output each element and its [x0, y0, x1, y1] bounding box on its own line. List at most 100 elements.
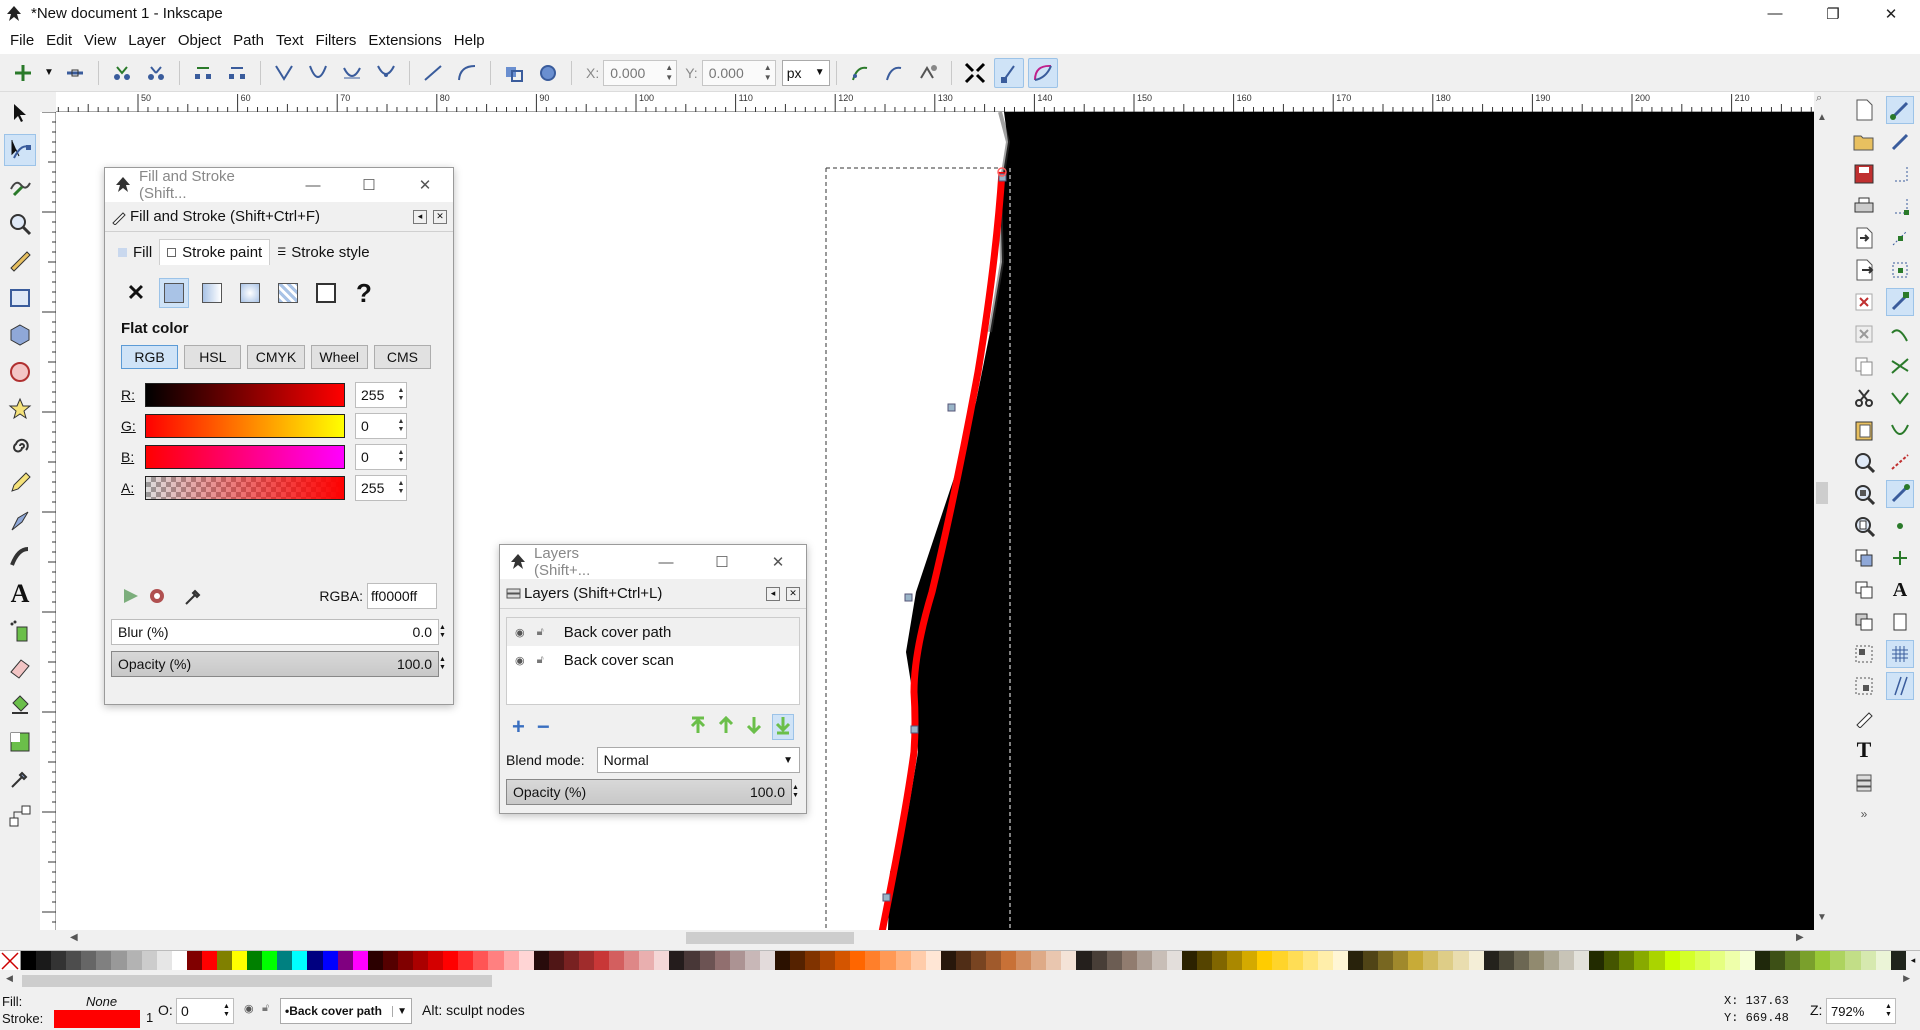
- import-icon[interactable]: [1850, 224, 1878, 252]
- selector-tool-icon[interactable]: [4, 97, 36, 129]
- snap-bbox-center-icon[interactable]: [1886, 256, 1914, 284]
- palette-swatch[interactable]: [1468, 951, 1484, 971]
- channel-b-field[interactable]: 0 ▲ ▼: [355, 443, 407, 470]
- show-handles-icon[interactable]: [993, 57, 1024, 88]
- channel-g-field[interactable]: 0 ▲ ▼: [355, 412, 407, 439]
- snap-grid-icon[interactable]: [1886, 640, 1914, 668]
- clone-icon[interactable]: [1850, 576, 1878, 604]
- palette-swatch[interactable]: [1845, 951, 1861, 971]
- lower-to-bottom-icon[interactable]: [772, 714, 794, 740]
- palette-swatch[interactable]: [1091, 951, 1107, 971]
- rectangle-tool-icon[interactable]: [4, 282, 36, 314]
- palette-swatch[interactable]: [1106, 951, 1122, 971]
- palette-swatch[interactable]: [1543, 951, 1559, 971]
- palette-swatch[interactable]: [714, 951, 730, 971]
- palette-swatch[interactable]: [684, 951, 700, 971]
- layer-opacity-slider[interactable]: Opacity (%) 100.0: [506, 779, 792, 805]
- snap-bbox-edge-icon[interactable]: [1886, 160, 1914, 188]
- palette-swatch[interactable]: [1393, 951, 1409, 971]
- palette-swatch[interactable]: [1604, 951, 1620, 971]
- layers-close-button[interactable]: ✕: [750, 553, 806, 571]
- palette-swatch[interactable]: [1257, 951, 1273, 971]
- palette-swatch[interactable]: [1197, 951, 1213, 971]
- gradient-tool-icon[interactable]: [4, 726, 36, 758]
- undo-icon[interactable]: [1850, 288, 1878, 316]
- node-tool-icon[interactable]: [4, 134, 36, 166]
- zoom-drawing-icon[interactable]: [1850, 480, 1878, 508]
- palette-swatch[interactable]: [1151, 951, 1167, 971]
- palette-swatch[interactable]: [1558, 951, 1575, 971]
- palette-swatch[interactable]: [1830, 951, 1846, 971]
- palette-swatch[interactable]: [1498, 951, 1514, 971]
- zoom-corner-icon[interactable]: ⌕: [1816, 92, 1822, 105]
- linear-gradient-icon[interactable]: [197, 278, 227, 308]
- palette-swatch[interactable]: [744, 951, 760, 971]
- mode-cmyk-button[interactable]: CMYK: [247, 345, 305, 369]
- palette-swatch[interactable]: [443, 951, 459, 971]
- menu-extensions[interactable]: Extensions: [362, 32, 447, 49]
- palette-swatch[interactable]: [277, 951, 293, 971]
- palette-swatch[interactable]: [1121, 951, 1137, 971]
- palette-swatch[interactable]: [789, 951, 806, 971]
- palette-swatch[interactable]: [1875, 951, 1891, 971]
- palette-scrollbar[interactable]: ◀ ▶: [0, 970, 1920, 992]
- palette-swatch[interactable]: [1016, 951, 1032, 971]
- palette-swatch[interactable]: [111, 951, 127, 971]
- tweak-tool-icon[interactable]: [4, 171, 36, 203]
- path-node[interactable]: [910, 725, 919, 734]
- snap-others-icon[interactable]: [1886, 480, 1914, 508]
- palette-swatch[interactable]: [1046, 951, 1062, 971]
- palette-swatch[interactable]: [201, 951, 218, 971]
- palette-swatch[interactable]: [247, 951, 263, 971]
- group-icon[interactable]: [1850, 640, 1878, 668]
- pencil-tool-icon[interactable]: [4, 467, 36, 499]
- palette-swatch[interactable]: [1770, 951, 1786, 971]
- palette-swatch[interactable]: [895, 951, 911, 971]
- palette-swatch[interactable]: [1634, 951, 1650, 971]
- palette-swatch[interactable]: [880, 951, 896, 971]
- delete-node-icon[interactable]: [60, 58, 90, 88]
- copy-icon[interactable]: [1850, 352, 1878, 380]
- vertical-scroll-thumb[interactable]: [1816, 482, 1828, 504]
- minimize-button[interactable]: —: [1746, 0, 1804, 27]
- palette-swatch[interactable]: [1061, 951, 1077, 971]
- dialog-minimize-button[interactable]: —: [285, 177, 341, 194]
- snap-text-baseline-icon[interactable]: A: [1886, 576, 1914, 604]
- pen-tool-icon[interactable]: [4, 504, 36, 536]
- palette-swatch[interactable]: [1589, 951, 1605, 971]
- add-layer-icon[interactable]: +: [512, 714, 525, 740]
- text-tool-icon[interactable]: A: [4, 578, 36, 610]
- measure-tool-icon[interactable]: [4, 245, 36, 277]
- palette-swatch[interactable]: [1031, 951, 1047, 971]
- palette-swatch[interactable]: [1378, 951, 1394, 971]
- dock-collapse-button[interactable]: ◂: [413, 209, 427, 224]
- snap-rotation-center-icon[interactable]: [1886, 544, 1914, 572]
- palette-swatch[interactable]: [1649, 951, 1665, 971]
- snap-nodes-icon[interactable]: [1886, 288, 1914, 316]
- tab-stroke-paint[interactable]: Stroke paint: [159, 239, 271, 265]
- palette-swatch[interactable]: [729, 951, 745, 971]
- y-coord-field[interactable]: ▲▼: [701, 59, 776, 86]
- remove-layer-icon[interactable]: −: [537, 714, 550, 740]
- swatch-icon[interactable]: [311, 278, 341, 308]
- palette-swatch[interactable]: [548, 951, 564, 971]
- palette-swatch[interactable]: [1332, 951, 1348, 971]
- palette-swatch[interactable]: [1890, 951, 1906, 971]
- palette-swatch[interactable]: [141, 951, 157, 971]
- opacity-slider[interactable]: Opacity (%) 100.0: [111, 651, 439, 677]
- raise-to-top-icon[interactable]: [688, 715, 708, 739]
- dialog-close-button[interactable]: ✕: [397, 176, 453, 194]
- fill-stroke-window-titlebar[interactable]: Fill and Stroke (Shift... — ☐ ✕: [105, 168, 453, 202]
- stroke-width-value[interactable]: 1: [146, 1010, 153, 1025]
- unlink-clone-icon[interactable]: [1850, 608, 1878, 636]
- vertical-scrollbar[interactable]: ⌕ ▲ ▼: [1814, 92, 1830, 930]
- horizontal-scrollbar[interactable]: ◀ ▶: [56, 930, 1822, 946]
- lock-icon[interactable]: 🔓︎: [537, 626, 544, 639]
- scroll-up-arrow-icon[interactable]: ▲: [1817, 112, 1827, 123]
- menu-file[interactable]: File: [4, 32, 40, 49]
- zoom-page-icon[interactable]: [1850, 512, 1878, 540]
- insert-node-dropdown-icon[interactable]: ▼: [42, 58, 56, 88]
- star-tool-icon[interactable]: [4, 393, 36, 425]
- snap-enable-icon[interactable]: [1886, 96, 1914, 124]
- palette-swatch[interactable]: [1302, 951, 1318, 971]
